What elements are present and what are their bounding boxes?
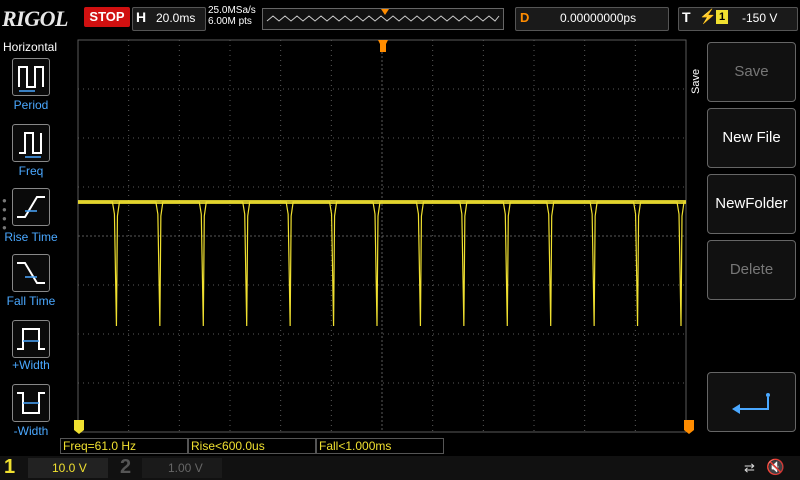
delete-button-label: Delete — [729, 261, 774, 278]
brand-logo: RIGOL — [2, 6, 68, 31]
neg-width-icon — [17, 392, 45, 414]
save-button[interactable]: Save — [707, 42, 796, 102]
channel2-scale: 1.00 V — [168, 461, 203, 475]
new-folder-button[interactable]: NewFolder — [707, 174, 796, 234]
pos-width-measure-button[interactable] — [12, 320, 50, 358]
enter-button[interactable] — [707, 372, 796, 432]
measurement-freq: Freq=61.0 Hz — [60, 438, 188, 454]
new-file-button-label: New File — [722, 129, 781, 146]
freq-measure-button[interactable] — [12, 124, 50, 162]
delay-letter: D — [520, 10, 530, 25]
trigger-time-marker-body — [380, 44, 386, 52]
delete-button[interactable]: Delete — [707, 240, 796, 300]
neg-width-label: -Width — [13, 424, 49, 438]
memory-window-overview — [262, 8, 504, 30]
delay-value: 0.00000000ps — [560, 11, 637, 25]
trigger-level: -150 V — [742, 11, 778, 25]
trigger-edge-icon: ⚡ — [699, 8, 717, 24]
timebase-value: 20.0ms — [156, 11, 196, 25]
pos-width-label: +Width — [12, 358, 50, 372]
rise-time-measure-button[interactable] — [12, 188, 50, 226]
menu-page-indicator: ● ● ● ● — [2, 196, 7, 232]
period-measure-button[interactable] — [12, 58, 50, 96]
channel1-high-level — [78, 200, 686, 204]
sample-rate: 25.0MSa/s — [208, 5, 256, 16]
speaker-mute-icon[interactable]: 🔇 — [766, 458, 785, 476]
channel1-trace — [78, 200, 686, 327]
usb-icon: ⇄ — [744, 460, 755, 475]
fall-time-label: Fall Time — [6, 294, 56, 308]
save-button-label: Save — [734, 63, 769, 80]
trigger-letter: T — [682, 9, 691, 25]
save-menu-title: Save — [690, 68, 702, 94]
freq-icon — [19, 132, 42, 158]
pos-width-icon — [17, 328, 45, 350]
period-label: Period — [13, 98, 49, 112]
measurement-rise: Rise<600.0us — [188, 438, 316, 454]
new-file-button[interactable]: New File — [707, 108, 796, 168]
memory-waveform-overview — [266, 9, 500, 22]
waveform-display[interactable] — [74, 36, 694, 436]
measure-menu-title: Horizontal — [3, 40, 58, 54]
measurement-fall: Fall<1.000ms — [316, 438, 444, 454]
period-icon — [18, 66, 44, 92]
acquisition-info: 25.0MSa/s 6.00M pts — [208, 5, 256, 27]
channel1-number[interactable]: 1 — [4, 456, 15, 479]
fall-time-measure-button[interactable] — [12, 254, 50, 292]
rise-time-label: Rise Time — [4, 230, 58, 244]
memory-depth: 6.00M pts — [208, 16, 252, 27]
trigger-source: 1 — [716, 10, 728, 24]
neg-width-measure-button[interactable] — [12, 384, 50, 422]
run-stop-status[interactable]: STOP — [84, 7, 130, 27]
trigger-position-marker — [381, 9, 389, 15]
horizontal-letter: H — [136, 9, 147, 25]
rise-time-icon — [17, 196, 45, 218]
enter-return-icon — [732, 393, 770, 414]
channel2-number[interactable]: 2 — [120, 456, 131, 479]
freq-label: Freq — [18, 164, 44, 178]
fall-time-icon — [17, 262, 45, 284]
new-folder-button-label: NewFolder — [715, 195, 788, 212]
trigger-box[interactable] — [678, 7, 798, 31]
channel1-scale: 10.0 V — [52, 461, 87, 475]
